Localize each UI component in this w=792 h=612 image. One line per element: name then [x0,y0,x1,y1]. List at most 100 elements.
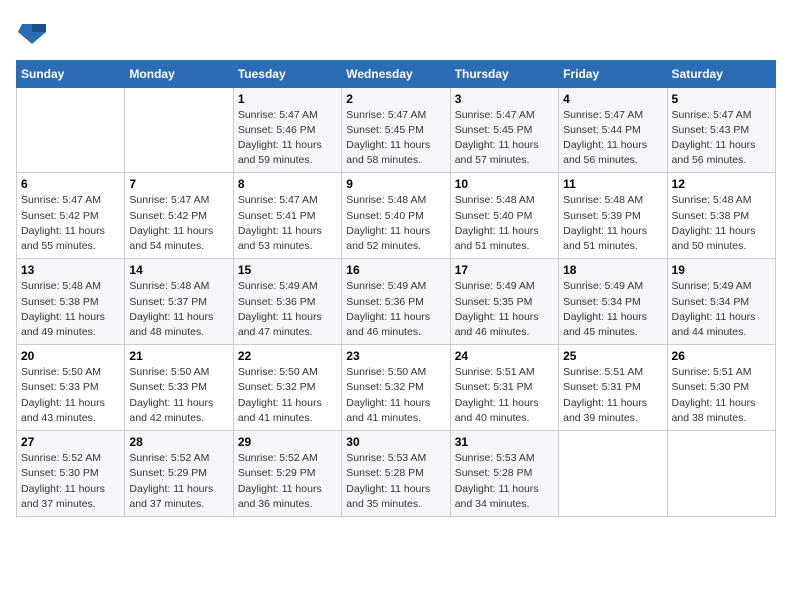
header-cell-friday: Friday [559,60,667,87]
header-row: SundayMondayTuesdayWednesdayThursdayFrid… [17,60,776,87]
day-number: 21 [129,349,228,363]
day-cell: 27 Sunrise: 5:52 AMSunset: 5:30 PMDayligh… [17,431,125,517]
day-cell: 15 Sunrise: 5:49 AMSunset: 5:36 PMDayligh… [233,259,341,345]
day-number: 15 [238,263,337,277]
day-cell: 12 Sunrise: 5:48 AMSunset: 5:38 PMDayligh… [667,173,775,259]
day-cell: 30 Sunrise: 5:53 AMSunset: 5:28 PMDayligh… [342,431,450,517]
day-cell: 3 Sunrise: 5:47 AMSunset: 5:45 PMDaylight… [450,87,558,173]
day-cell [667,431,775,517]
day-info: Sunrise: 5:50 AMSunset: 5:33 PMDaylight:… [129,365,228,426]
day-info: Sunrise: 5:51 AMSunset: 5:31 PMDaylight:… [563,365,662,426]
header-cell-wednesday: Wednesday [342,60,450,87]
day-cell: 29 Sunrise: 5:52 AMSunset: 5:29 PMDayligh… [233,431,341,517]
day-cell: 9 Sunrise: 5:48 AMSunset: 5:40 PMDaylight… [342,173,450,259]
day-info: Sunrise: 5:49 AMSunset: 5:34 PMDaylight:… [672,279,771,340]
calendar-table: SundayMondayTuesdayWednesdayThursdayFrid… [16,60,776,517]
day-number: 25 [563,349,662,363]
day-cell: 25 Sunrise: 5:51 AMSunset: 5:31 PMDayligh… [559,345,667,431]
day-cell: 2Sunrise: 5:47 AMSunset: 5:45 PMDaylight… [342,87,450,173]
day-number: 12 [672,177,771,191]
day-cell: 8Sunrise: 5:47 AMSunset: 5:41 PMDaylight… [233,173,341,259]
day-cell: 7 Sunrise: 5:47 AMSunset: 5:42 PMDaylight… [125,173,233,259]
header-cell-saturday: Saturday [667,60,775,87]
day-cell: 4Sunrise: 5:47 AMSunset: 5:44 PMDaylight… [559,87,667,173]
day-number: 28 [129,435,228,449]
day-number: 31 [455,435,554,449]
day-info: Sunrise: 5:48 AMSunset: 5:39 PMDaylight:… [563,193,662,254]
day-number: 22 [238,349,337,363]
day-number: 26 [672,349,771,363]
day-cell [559,431,667,517]
day-info: Sunrise: 5:52 AMSunset: 5:29 PMDaylight:… [129,451,228,512]
day-number: 3 [455,92,554,106]
logo [16,20,46,52]
day-number: 19 [672,263,771,277]
day-number: 18 [563,263,662,277]
day-info: Sunrise: 5:49 AMSunset: 5:36 PMDaylight:… [238,279,337,340]
day-number: 30 [346,435,445,449]
day-cell: 21 Sunrise: 5:50 AMSunset: 5:33 PMDayligh… [125,345,233,431]
day-number: 10 [455,177,554,191]
header-cell-monday: Monday [125,60,233,87]
day-cell: 24 Sunrise: 5:51 AMSunset: 5:31 PMDayligh… [450,345,558,431]
week-row-2: 6 Sunrise: 5:47 AMSunset: 5:42 PMDaylight… [17,173,776,259]
day-number: 24 [455,349,554,363]
week-row-3: 13 Sunrise: 5:48 AMSunset: 5:38 PMDayligh… [17,259,776,345]
day-number: 6 [21,177,120,191]
day-number: 5 [672,92,771,106]
day-cell: 26 Sunrise: 5:51 AMSunset: 5:30 PMDayligh… [667,345,775,431]
day-info: Sunrise: 5:49 AMSunset: 5:34 PMDaylight:… [563,279,662,340]
header-cell-thursday: Thursday [450,60,558,87]
day-number: 23 [346,349,445,363]
day-cell: 1 Sunrise: 5:47 AMSunset: 5:46 PMDaylight… [233,87,341,173]
day-number: 27 [21,435,120,449]
day-info: Sunrise: 5:48 AMSunset: 5:38 PMDaylight:… [672,193,771,254]
day-info: Sunrise: 5:53 AMSunset: 5:28 PMDaylight:… [346,451,445,512]
week-row-1: 1 Sunrise: 5:47 AMSunset: 5:46 PMDaylight… [17,87,776,173]
day-number: 7 [129,177,228,191]
day-number: 20 [21,349,120,363]
day-info: Sunrise: 5:49 AMSunset: 5:35 PMDaylight:… [455,279,554,340]
day-number: 1 [238,92,337,106]
day-info: Sunrise: 5:47 AMSunset: 5:42 PMDaylight:… [21,193,120,254]
day-number: 4 [563,92,662,106]
day-info: Sunrise: 5:50 AMSunset: 5:32 PMDaylight:… [238,365,337,426]
day-number: 16 [346,263,445,277]
day-cell: 19 Sunrise: 5:49 AMSunset: 5:34 PMDayligh… [667,259,775,345]
day-cell: 5 Sunrise: 5:47 AMSunset: 5:43 PMDaylight… [667,87,775,173]
day-cell: 10 Sunrise: 5:48 AMSunset: 5:40 PMDayligh… [450,173,558,259]
week-row-5: 27 Sunrise: 5:52 AMSunset: 5:30 PMDayligh… [17,431,776,517]
day-cell: 18 Sunrise: 5:49 AMSunset: 5:34 PMDayligh… [559,259,667,345]
day-info: Sunrise: 5:47 AMSunset: 5:46 PMDaylight:… [238,108,337,169]
week-row-4: 20 Sunrise: 5:50 AMSunset: 5:33 PMDayligh… [17,345,776,431]
day-info: Sunrise: 5:47 AMSunset: 5:43 PMDaylight:… [672,108,771,169]
day-info: Sunrise: 5:48 AMSunset: 5:40 PMDaylight:… [346,193,445,254]
day-number: 11 [563,177,662,191]
day-info: Sunrise: 5:47 AMSunset: 5:45 PMDaylight:… [455,108,554,169]
day-number: 29 [238,435,337,449]
day-cell: 6 Sunrise: 5:47 AMSunset: 5:42 PMDaylight… [17,173,125,259]
day-number: 17 [455,263,554,277]
day-number: 14 [129,263,228,277]
day-cell: 31 Sunrise: 5:53 AMSunset: 5:28 PMDayligh… [450,431,558,517]
day-cell: 11 Sunrise: 5:48 AMSunset: 5:39 PMDayligh… [559,173,667,259]
day-number: 8 [238,177,337,191]
day-number: 13 [21,263,120,277]
day-info: Sunrise: 5:53 AMSunset: 5:28 PMDaylight:… [455,451,554,512]
day-number: 9 [346,177,445,191]
day-cell: 17 Sunrise: 5:49 AMSunset: 5:35 PMDayligh… [450,259,558,345]
day-info: Sunrise: 5:47 AMSunset: 5:42 PMDaylight:… [129,193,228,254]
day-info: Sunrise: 5:48 AMSunset: 5:40 PMDaylight:… [455,193,554,254]
day-info: Sunrise: 5:50 AMSunset: 5:33 PMDaylight:… [21,365,120,426]
day-cell: 23Sunrise: 5:50 AMSunset: 5:32 PMDayligh… [342,345,450,431]
day-cell: 13 Sunrise: 5:48 AMSunset: 5:38 PMDayligh… [17,259,125,345]
day-info: Sunrise: 5:52 AMSunset: 5:29 PMDaylight:… [238,451,337,512]
day-info: Sunrise: 5:51 AMSunset: 5:30 PMDaylight:… [672,365,771,426]
page-header [16,16,776,52]
day-info: Sunrise: 5:52 AMSunset: 5:30 PMDaylight:… [21,451,120,512]
day-info: Sunrise: 5:48 AMSunset: 5:37 PMDaylight:… [129,279,228,340]
day-info: Sunrise: 5:48 AMSunset: 5:38 PMDaylight:… [21,279,120,340]
day-info: Sunrise: 5:51 AMSunset: 5:31 PMDaylight:… [455,365,554,426]
day-cell [125,87,233,173]
day-number: 2 [346,92,445,106]
